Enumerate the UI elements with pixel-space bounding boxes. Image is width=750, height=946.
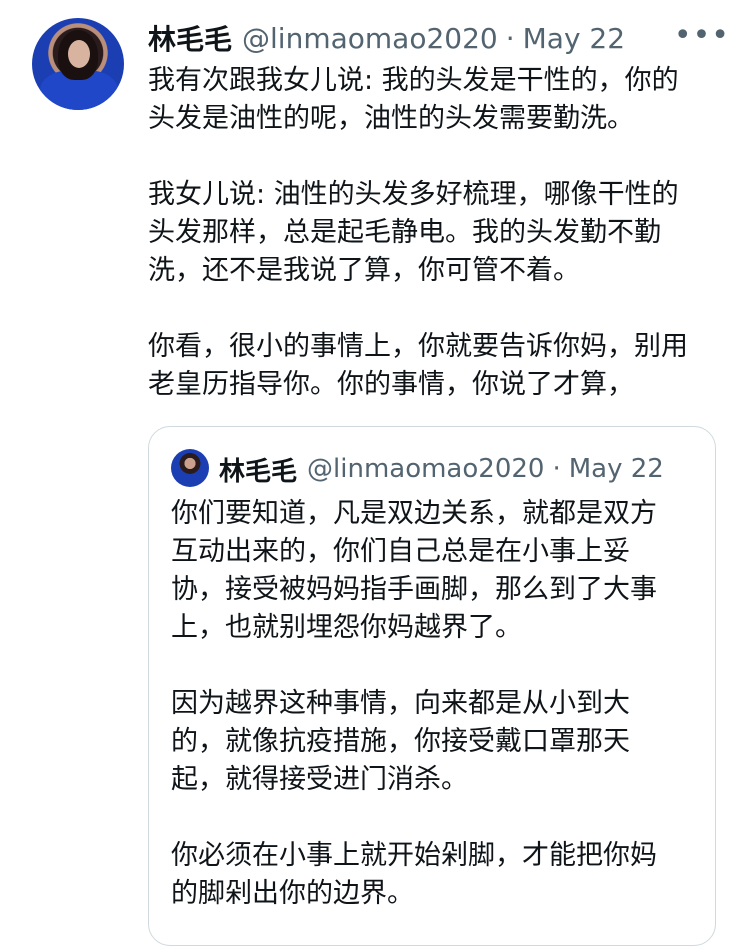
quoted-tweet-date: May 22 [568,454,664,484]
quoted-tweet-header: 林毛毛 @linmaomao2020 · May 22 [219,449,664,489]
quoted-author-avatar[interactable] [171,449,209,487]
separator-dot: · [552,454,561,484]
quoted-author-name: 林毛毛 [219,456,298,487]
quoted-tweet-text: 你们要知道，凡是双边关系，就都是双方 互动出来的，你们自己总是在小事上妥 协，接… [171,498,657,909]
quoted-author-handle: @linmaomao2020 [307,454,545,484]
author-name[interactable]: 林毛毛 [148,18,232,58]
tweet-text: 我有次跟我女儿说: 我的头发是干性的，你的 头发是油性的呢，油性的头发需要勤洗。… [148,65,688,400]
author-handle[interactable]: @linmaomao2020 [242,22,498,55]
author-avatar[interactable] [32,18,124,110]
separator-dot: · [505,21,515,55]
tweet-date[interactable]: May 22 [523,22,625,55]
more-horizontal-icon[interactable]: ••• [674,18,730,53]
tweet-header: 林毛毛 @linmaomao2020 · May 22 ••• [148,18,730,58]
quoted-tweet[interactable]: 林毛毛 @linmaomao2020 · May 22 你们要知道，凡是双边关系… [148,426,716,946]
